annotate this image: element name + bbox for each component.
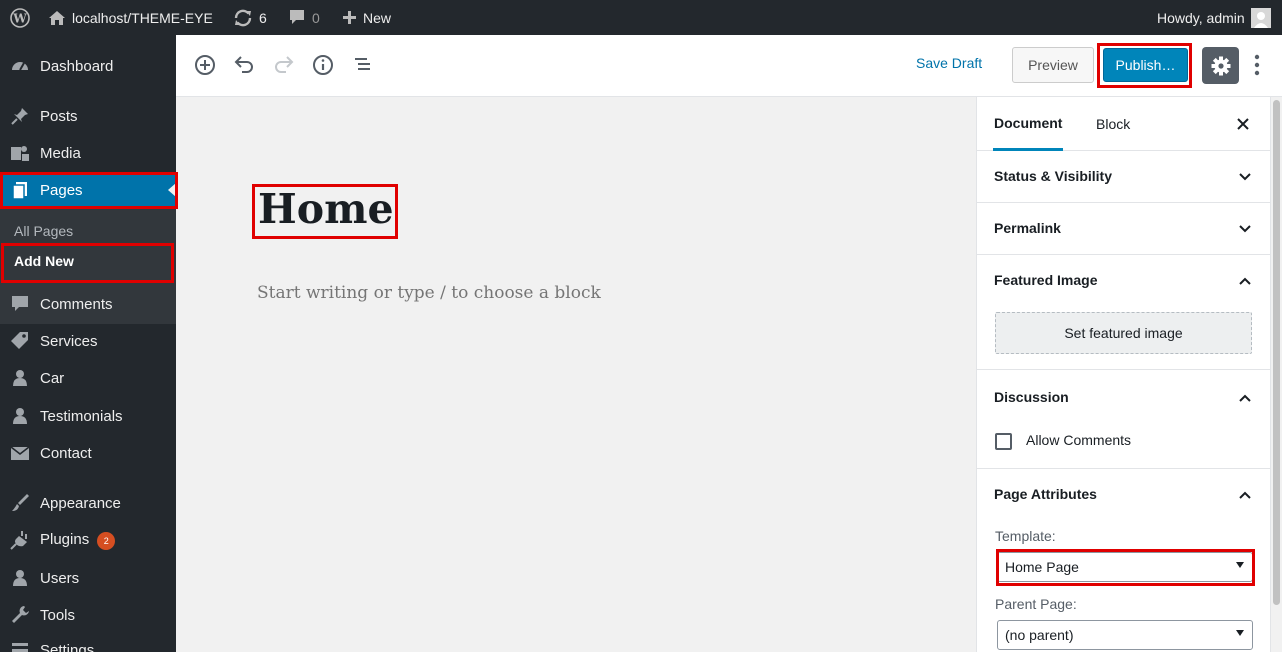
home-icon (49, 10, 65, 25)
chevron-up-icon[interactable] (1237, 273, 1253, 289)
publish-button[interactable]: Publish… (1103, 48, 1188, 82)
editor-toolbar: Save Draft Preview Publish… (176, 35, 1282, 97)
caret-down-icon (1236, 562, 1244, 568)
user-icon (13, 570, 27, 586)
sidebar-item-posts[interactable]: Posts (0, 99, 176, 133)
pin-icon (11, 108, 28, 125)
sidebar-item-testimonials[interactable]: Testimonials (0, 399, 176, 433)
block-navigation-icon[interactable] (351, 53, 375, 77)
submenu-all-pages[interactable]: All Pages (14, 223, 73, 239)
my-account-link[interactable]: Howdy, admin (1157, 0, 1271, 35)
comments-link[interactable]: 0 (288, 0, 320, 35)
user-icon (13, 370, 27, 386)
sidebar-item-tools[interactable]: Tools (0, 598, 176, 632)
page-title[interactable]: Home (258, 185, 394, 233)
svg-text:W: W (12, 11, 27, 25)
sidebar-item-settings[interactable]: Settings (0, 633, 176, 652)
dashboard-icon (12, 62, 28, 71)
preview-button[interactable]: Preview (1012, 47, 1094, 83)
section-status-visibility[interactable]: Status & Visibility (977, 151, 1270, 203)
parent-page-select[interactable]: (no parent) (997, 620, 1253, 650)
more-options-icon[interactable] (1252, 53, 1262, 79)
settings-sidebar: Document Block Status & Visibility Perma… (976, 97, 1270, 652)
sidebar-item-users[interactable]: Users (0, 561, 176, 595)
admin-bar: W localhost/THEME-EYE 6 0 New Howdy, adm… (0, 0, 1282, 35)
site-name: localhost/THEME-EYE (72, 9, 213, 26)
sidebar-item-comments[interactable]: Comments (0, 287, 176, 321)
greeting: Howdy, admin (1157, 9, 1245, 26)
new-content-link[interactable]: New (342, 0, 391, 35)
comment-icon (290, 10, 304, 24)
allow-comments-checkbox[interactable] (995, 433, 1012, 450)
info-icon[interactable] (311, 53, 335, 77)
scrollbar-thumb[interactable] (1273, 100, 1280, 605)
sidebar-item-dashboard[interactable]: Dashboard (0, 49, 176, 83)
pages-icon (12, 182, 27, 200)
updates-link[interactable]: 6 (233, 0, 267, 35)
editor-canvas: Home Start writing or type / to choose a… (176, 97, 976, 652)
allow-comments-label[interactable]: Allow Comments (1026, 432, 1131, 448)
undo-icon[interactable] (232, 53, 256, 77)
sidebar-item-pages[interactable]: Pages (0, 173, 176, 207)
caret-down-icon (1236, 630, 1244, 636)
site-name-link[interactable]: localhost/THEME-EYE (48, 0, 213, 35)
sidebar-item-contact[interactable]: Contact (0, 436, 176, 470)
refresh-icon (234, 9, 252, 26)
new-label: New (363, 9, 392, 26)
template-label: Template: (995, 528, 1056, 544)
chevron-up-icon[interactable] (1237, 487, 1253, 503)
plugin-icon (10, 531, 27, 550)
section-permalink[interactable]: Permalink (977, 203, 1270, 255)
comments-count: 0 (312, 9, 320, 26)
user-icon (13, 408, 27, 424)
sidebar-item-services[interactable]: Services (0, 324, 176, 358)
close-icon[interactable] (1235, 116, 1251, 132)
sidebar-item-appearance[interactable]: Appearance (0, 486, 176, 520)
plus-icon (343, 11, 356, 24)
redo-icon[interactable] (272, 53, 296, 77)
sidebar-item-plugins[interactable]: Plugins 2 (0, 523, 176, 557)
tag-icon (11, 332, 28, 349)
settings-toggle-button[interactable] (1202, 47, 1239, 84)
brush-icon (12, 494, 29, 511)
mail-icon (10, 446, 30, 460)
chevron-up-icon[interactable] (1237, 390, 1253, 406)
template-select[interactable]: Home Page (997, 552, 1253, 582)
sidebar-item-car[interactable]: Car (0, 361, 176, 395)
admin-sidebar: Dashboard Posts Media Pages All Pages Ad… (0, 35, 176, 652)
submenu-add-new[interactable]: Add New (14, 253, 74, 269)
wordpress-logo-icon[interactable]: W (10, 0, 30, 35)
panel-scrollbar[interactable] (1270, 97, 1282, 652)
settings-icon (12, 643, 28, 652)
media-icon (11, 146, 29, 161)
block-placeholder[interactable]: Start writing or type / to choose a bloc… (257, 283, 601, 303)
updates-count: 6 (259, 9, 267, 26)
set-featured-image-button[interactable]: Set featured image (995, 312, 1252, 354)
save-draft-button[interactable]: Save Draft (916, 55, 982, 71)
gear-icon (1211, 56, 1230, 75)
comment-icon (12, 296, 28, 311)
section-discussion: Discussion (977, 372, 1270, 469)
sidebar-item-media[interactable]: Media (0, 136, 176, 170)
add-block-icon[interactable] (193, 53, 217, 77)
wrench-icon (12, 606, 29, 623)
chevron-down-icon (1239, 225, 1251, 233)
avatar (1250, 7, 1271, 28)
tab-block[interactable]: Block (1096, 97, 1130, 151)
chevron-down-icon (1239, 173, 1251, 181)
sidebar-tabs: Document Block (977, 97, 1270, 151)
plugins-update-badge: 2 (97, 531, 116, 550)
parent-page-label: Parent Page: (995, 596, 1077, 612)
tab-document[interactable]: Document (993, 97, 1064, 151)
